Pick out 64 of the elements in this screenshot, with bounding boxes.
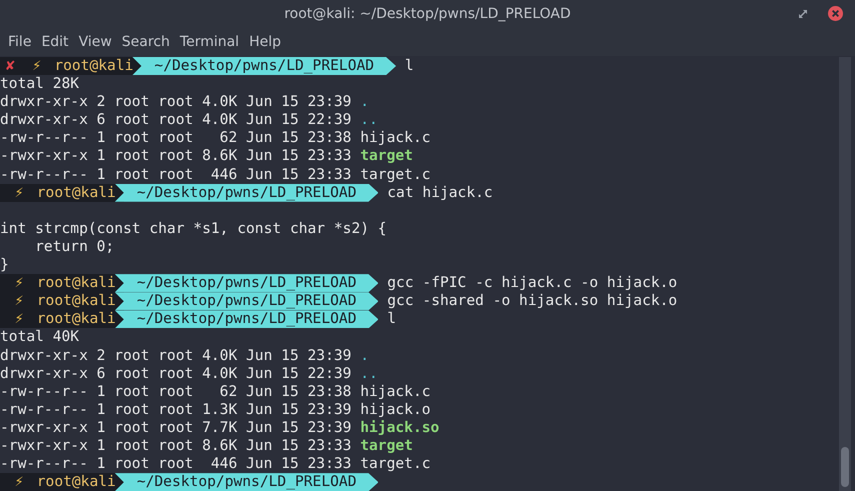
output-text: int strcmp(const char *s1, const char *s2) { (0, 220, 387, 238)
file-info: drwxr-xr-x 6 root root 4.0K Jun 15 22:39 (0, 111, 352, 130)
command-text: cat hijack.c (387, 184, 493, 202)
prompt-user: root@kali (54, 57, 134, 76)
file-name: . (360, 93, 370, 112)
menu-item[interactable]: Edit (36, 34, 74, 50)
file-name: . (360, 346, 370, 365)
window-title: root@kali: ~/Desktop/pwns/LD_PRELOAD (284, 6, 571, 22)
command-text: gcc -shared -o hijack.so hijack.o (387, 292, 678, 310)
prompt-symbol: ⚡ (14, 292, 24, 310)
file-name: target (360, 147, 413, 166)
file-name: hijack.so (360, 418, 440, 437)
prompt-symbol: ⚡ (14, 274, 24, 292)
menu-item[interactable]: Help (244, 34, 286, 50)
file-info: drwxr-xr-x 6 root root 4.0K Jun 15 22:39 (0, 364, 352, 383)
file-info: drwxr-xr-x 2 root root 4.0K Jun 15 23:39 (0, 346, 352, 365)
prompt-path: ~/Desktop/pwns/LD_PRELOAD (114, 310, 378, 328)
scrollbar-thumb[interactable] (841, 447, 849, 487)
prompt-symbol: ⚡ (32, 57, 42, 76)
prompt-path: ~/Desktop/pwns/LD_PRELOAD (114, 274, 378, 292)
file-info: -rw-r--r-- 1 root root 446 Jun 15 23:33 (0, 166, 352, 184)
prompt-path: ~/Desktop/pwns/LD_PRELOAD (114, 184, 378, 202)
file-name: .. (360, 364, 378, 383)
prompt-user: root@kali (36, 274, 116, 292)
menu-item[interactable]: Search (116, 34, 175, 50)
prompt-symbol: ⚡ (14, 184, 24, 202)
file-info: -rw-r--r-- 1 root root 446 Jun 15 23:33 (0, 455, 352, 474)
file-info: -rwxr-xr-x 1 root root 8.6K Jun 15 23:33 (0, 436, 352, 456)
file-info: -rw-r--r-- 1 root root 62 Jun 15 23:38 (0, 382, 352, 401)
maximize-icon[interactable] (798, 9, 808, 19)
prompt-path: ~/Desktop/pwns/LD_PRELOAD (114, 292, 378, 310)
prompt-user: root@kali (36, 310, 116, 328)
command-text: l (404, 57, 414, 76)
file-name: target (360, 436, 413, 456)
output-text: return 0; (34, 238, 114, 256)
file-name: .. (360, 111, 378, 130)
file-info: -rw-r--r-- 1 root root 62 Jun 15 23:38 (0, 129, 352, 148)
menu-item[interactable]: File (3, 34, 36, 50)
file-name: hijack.c (360, 129, 431, 148)
prompt-path: ~/Desktop/pwns/LD_PRELOAD (132, 57, 396, 76)
file-name: hijack.c (360, 382, 431, 401)
close-icon[interactable] (828, 6, 843, 21)
scrollbar[interactable] (839, 57, 851, 491)
menu-item[interactable]: View (74, 34, 117, 50)
prompt-symbol: ✘ (6, 57, 15, 76)
command-text: l (387, 310, 396, 328)
file-info: -rwxr-xr-x 1 root root 8.6K Jun 15 23:33 (0, 147, 352, 166)
command-text: gcc -fPIC -c hijack.c -o hijack.o (387, 274, 678, 292)
file-name: target.c (360, 166, 431, 184)
output-text: total 28K (0, 75, 80, 94)
file-info: -rw-r--r-- 1 root root 1.3K Jun 15 23:39 (0, 400, 352, 419)
file-name: hijack.o (360, 400, 431, 419)
menu-item[interactable]: Terminal (174, 34, 244, 50)
file-name: target.c (360, 455, 431, 474)
prompt-user: root@kali (36, 184, 116, 202)
prompt-user: root@kali (36, 292, 116, 310)
file-info: -rwxr-xr-x 1 root root 7.7K Jun 15 23:39 (0, 418, 352, 437)
output-text: } (0, 256, 9, 274)
prompt-user: root@kali (36, 473, 116, 491)
prompt-symbol: ⚡ (14, 473, 24, 491)
prompt-path: ~/Desktop/pwns/LD_PRELOAD (114, 473, 378, 491)
output-text: total 40K (0, 328, 80, 346)
prompt-symbol: ⚡ (14, 310, 24, 328)
file-info: drwxr-xr-x 2 root root 4.0K Jun 15 23:39 (0, 93, 352, 112)
